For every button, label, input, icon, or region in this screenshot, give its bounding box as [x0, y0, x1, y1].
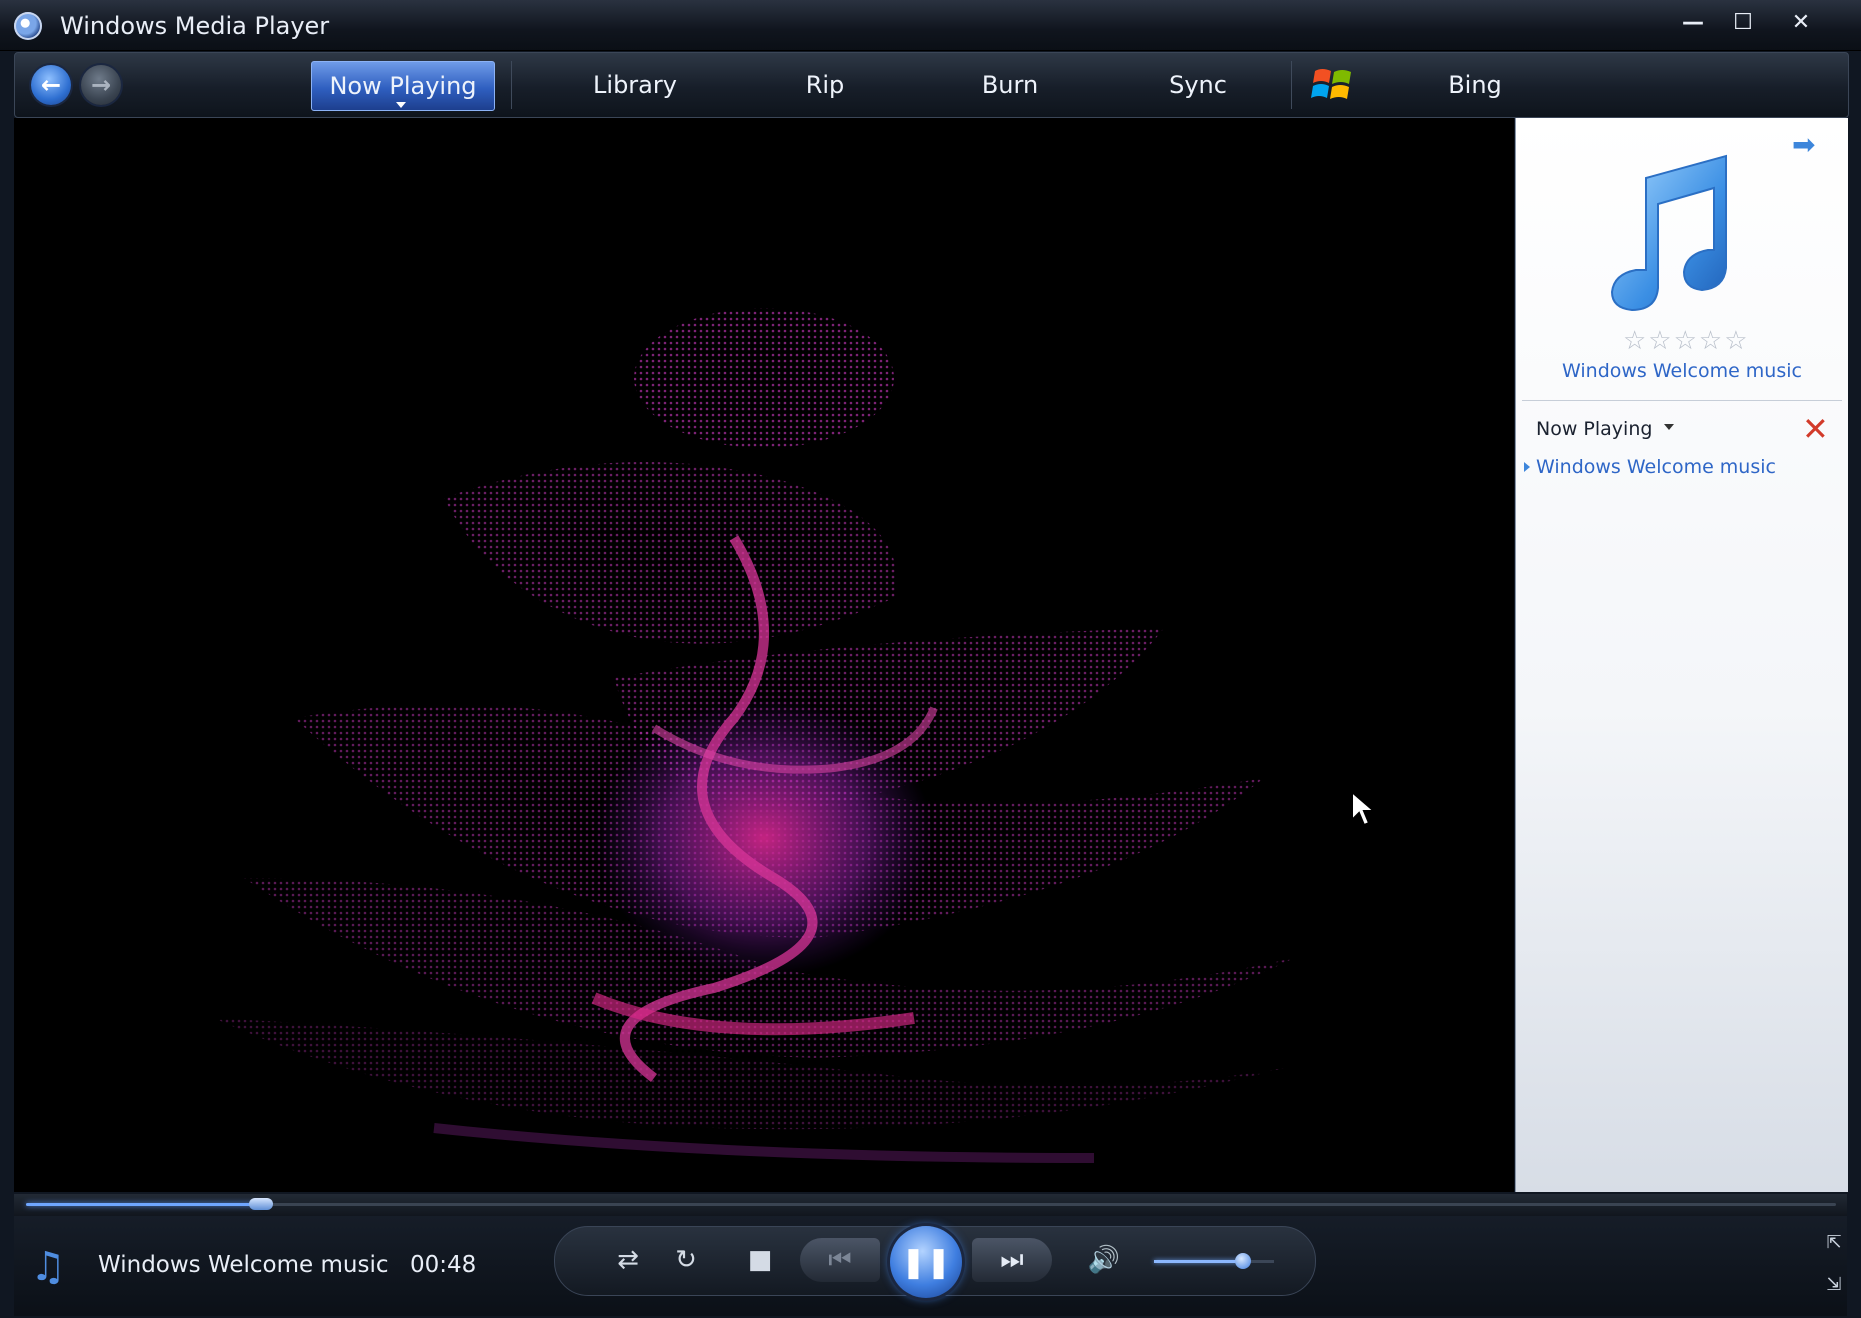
- tab-separator: [511, 61, 512, 109]
- media-player-app-icon: [14, 12, 42, 40]
- chevron-down-icon[interactable]: [1664, 424, 1674, 430]
- current-track-title: Windows Welcome music: [98, 1252, 389, 1278]
- compact-mode-icon[interactable]: ⇲: [1822, 1272, 1846, 1296]
- panel-collapse-arrow-icon[interactable]: ➡: [1792, 128, 1815, 161]
- visualizer-graphic: [214, 308, 1294, 1163]
- rating-stars[interactable]: ☆☆☆☆☆: [1623, 326, 1750, 356]
- elapsed-time: 00:48: [410, 1252, 477, 1278]
- volume-thumb[interactable]: [1234, 1253, 1251, 1269]
- volume-slider[interactable]: [1154, 1253, 1274, 1269]
- next-button[interactable]: ⏭: [972, 1238, 1052, 1282]
- music-note-icon: ♫: [30, 1244, 66, 1290]
- shuffle-button[interactable]: ⇄: [608, 1240, 648, 1280]
- list-pane: ➡ ☆☆☆☆☆ Windows Welcome music Now Playin…: [1515, 118, 1848, 1192]
- playback-controls-bar: ♫ Windows Welcome music 00:48 ⇄ ↻ ■ ⏮ ❚❚…: [14, 1216, 1847, 1316]
- playing-indicator-icon: [1524, 462, 1530, 472]
- media-player-window: Windows Media Player — ☐ ✕ ← → Now Playi…: [0, 0, 1861, 1318]
- forward-button[interactable]: →: [81, 65, 121, 105]
- windows-logo-icon[interactable]: [1311, 63, 1355, 107]
- tab-now-playing[interactable]: Now Playing: [311, 61, 495, 111]
- playlist-item[interactable]: Windows Welcome music: [1536, 456, 1776, 478]
- tab-library[interactable]: Library: [575, 61, 695, 109]
- tab-sync[interactable]: Sync: [1145, 61, 1251, 109]
- tab-now-playing-label: Now Playing: [329, 72, 477, 100]
- maximize-button[interactable]: ☐: [1718, 6, 1768, 38]
- mouse-cursor-icon: [1351, 790, 1376, 827]
- panel-divider: [1522, 400, 1842, 401]
- minimize-button[interactable]: —: [1668, 6, 1718, 38]
- chevron-down-icon: [396, 102, 406, 108]
- clear-list-icon[interactable]: ✕: [1802, 410, 1829, 448]
- volume-fill: [1154, 1260, 1243, 1263]
- tab-burn[interactable]: Burn: [960, 61, 1060, 109]
- stop-button[interactable]: ■: [740, 1240, 780, 1280]
- tab-bing[interactable]: Bing: [1425, 61, 1525, 109]
- tab-rip[interactable]: Rip: [775, 61, 875, 109]
- tab-separator: [1291, 61, 1292, 109]
- visualization-area[interactable]: [14, 118, 1514, 1192]
- mute-button[interactable]: 🔊: [1084, 1240, 1124, 1280]
- close-button[interactable]: ✕: [1776, 6, 1826, 38]
- seek-track[interactable]: [26, 1198, 1836, 1210]
- album-art-music-note-icon: [1610, 154, 1727, 312]
- back-button[interactable]: ←: [31, 65, 71, 105]
- album-title-link[interactable]: Windows Welcome music: [1516, 360, 1848, 382]
- window-title: Windows Media Player: [60, 12, 330, 40]
- switch-to-now-playing-icon[interactable]: ⇱: [1822, 1230, 1846, 1254]
- pause-button[interactable]: ❚❚: [890, 1226, 962, 1298]
- seek-bar[interactable]: [14, 1194, 1847, 1216]
- now-playing-list-menu[interactable]: Now Playing: [1536, 418, 1652, 440]
- navigation-bar: ← → Now Playing Library Rip Burn Sync Bi…: [14, 52, 1849, 118]
- previous-button[interactable]: ⏮: [800, 1238, 880, 1282]
- seek-progress-fill: [26, 1203, 262, 1206]
- seek-thumb[interactable]: [249, 1198, 274, 1210]
- repeat-button[interactable]: ↻: [666, 1240, 706, 1280]
- title-bar: Windows Media Player — ☐ ✕: [0, 0, 1861, 51]
